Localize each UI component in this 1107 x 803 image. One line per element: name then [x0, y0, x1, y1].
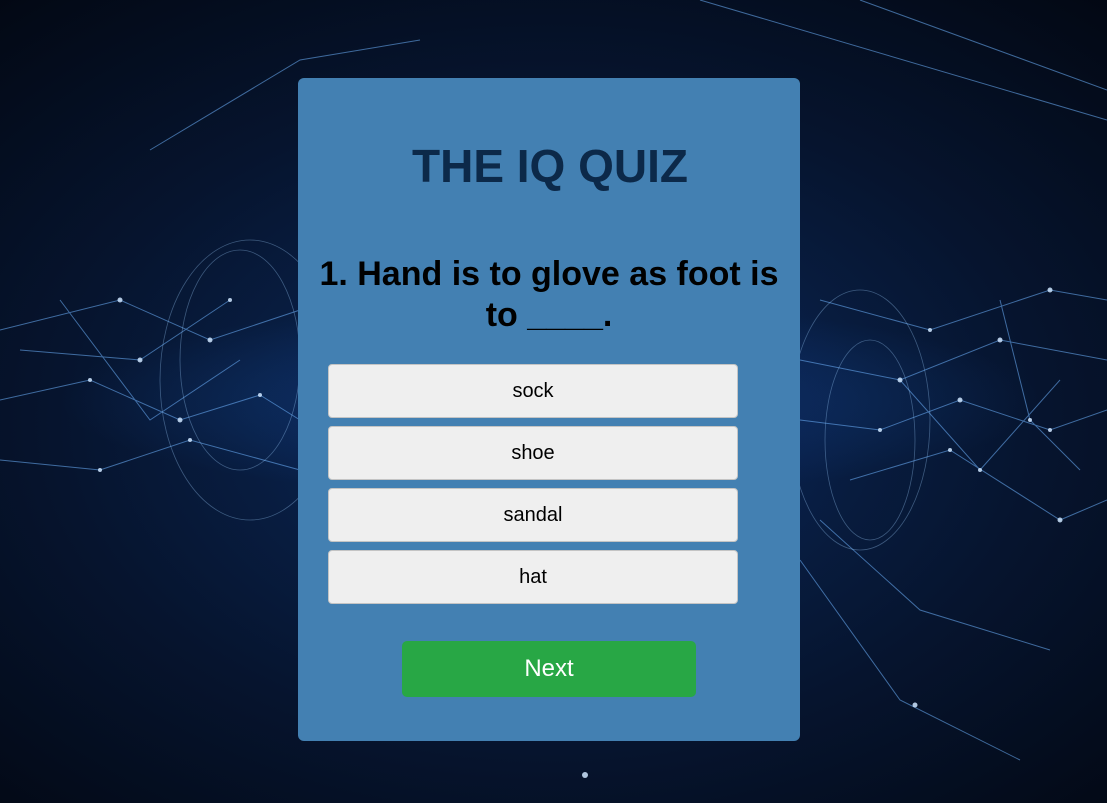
answer-button-shoe[interactable]: shoe	[328, 426, 738, 480]
answer-button-sock[interactable]: sock	[328, 364, 738, 418]
answer-button-sandal[interactable]: sandal	[328, 488, 738, 542]
answer-button-hat[interactable]: hat	[328, 550, 738, 604]
question-text: 1. Hand is to glove as foot is to ____.	[319, 255, 779, 334]
quiz-title: THE IQ QUIZ	[412, 140, 688, 192]
answer-list: sock shoe sandal hat	[328, 364, 738, 612]
next-button[interactable]: Next	[402, 641, 696, 697]
